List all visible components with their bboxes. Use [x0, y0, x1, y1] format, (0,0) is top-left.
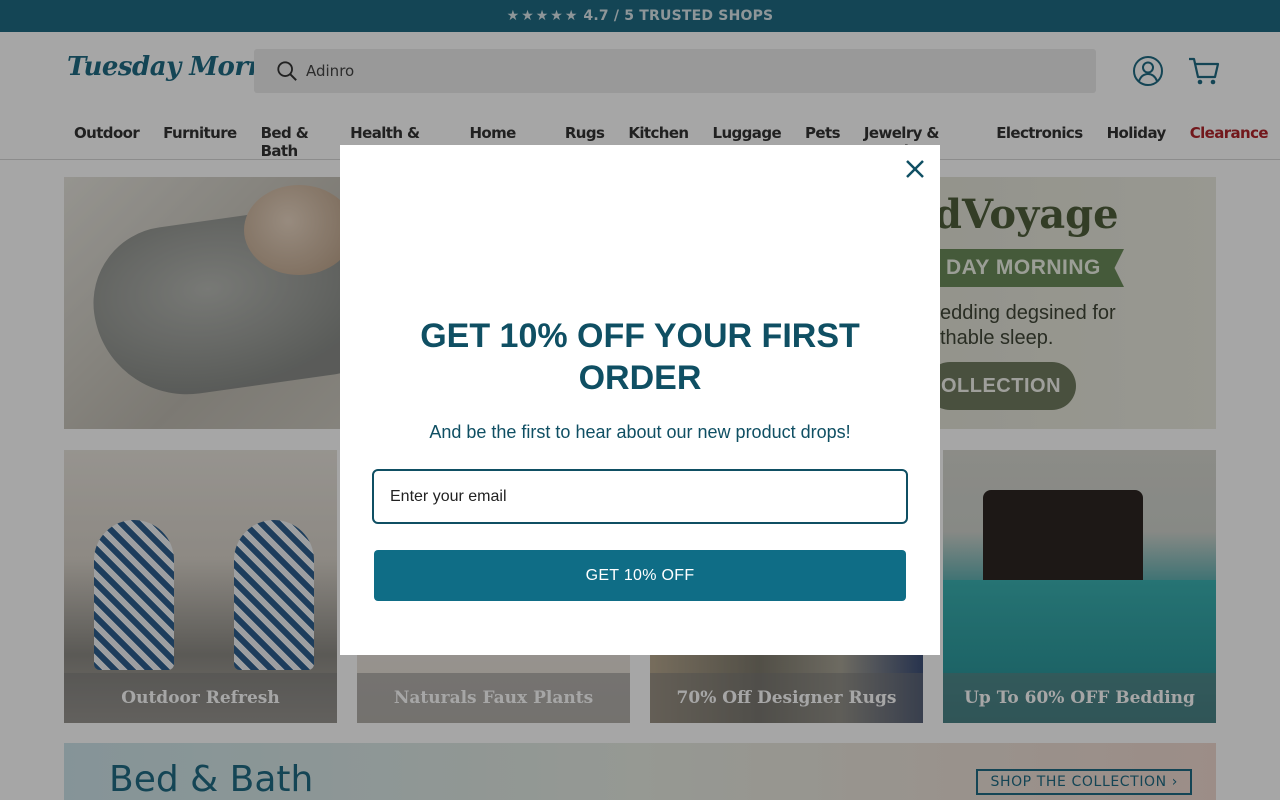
get-discount-button[interactable]: GET 10% OFF	[374, 550, 906, 601]
close-icon[interactable]	[902, 156, 928, 182]
modal-headline: GET 10% OFF YOUR FIRST ORDER	[420, 317, 860, 397]
modal-subtext: And be the first to hear about our new p…	[429, 422, 851, 442]
email-field[interactable]	[372, 469, 908, 524]
email-signup-modal: GET 10% OFF YOUR FIRST ORDER And be the …	[340, 145, 940, 655]
